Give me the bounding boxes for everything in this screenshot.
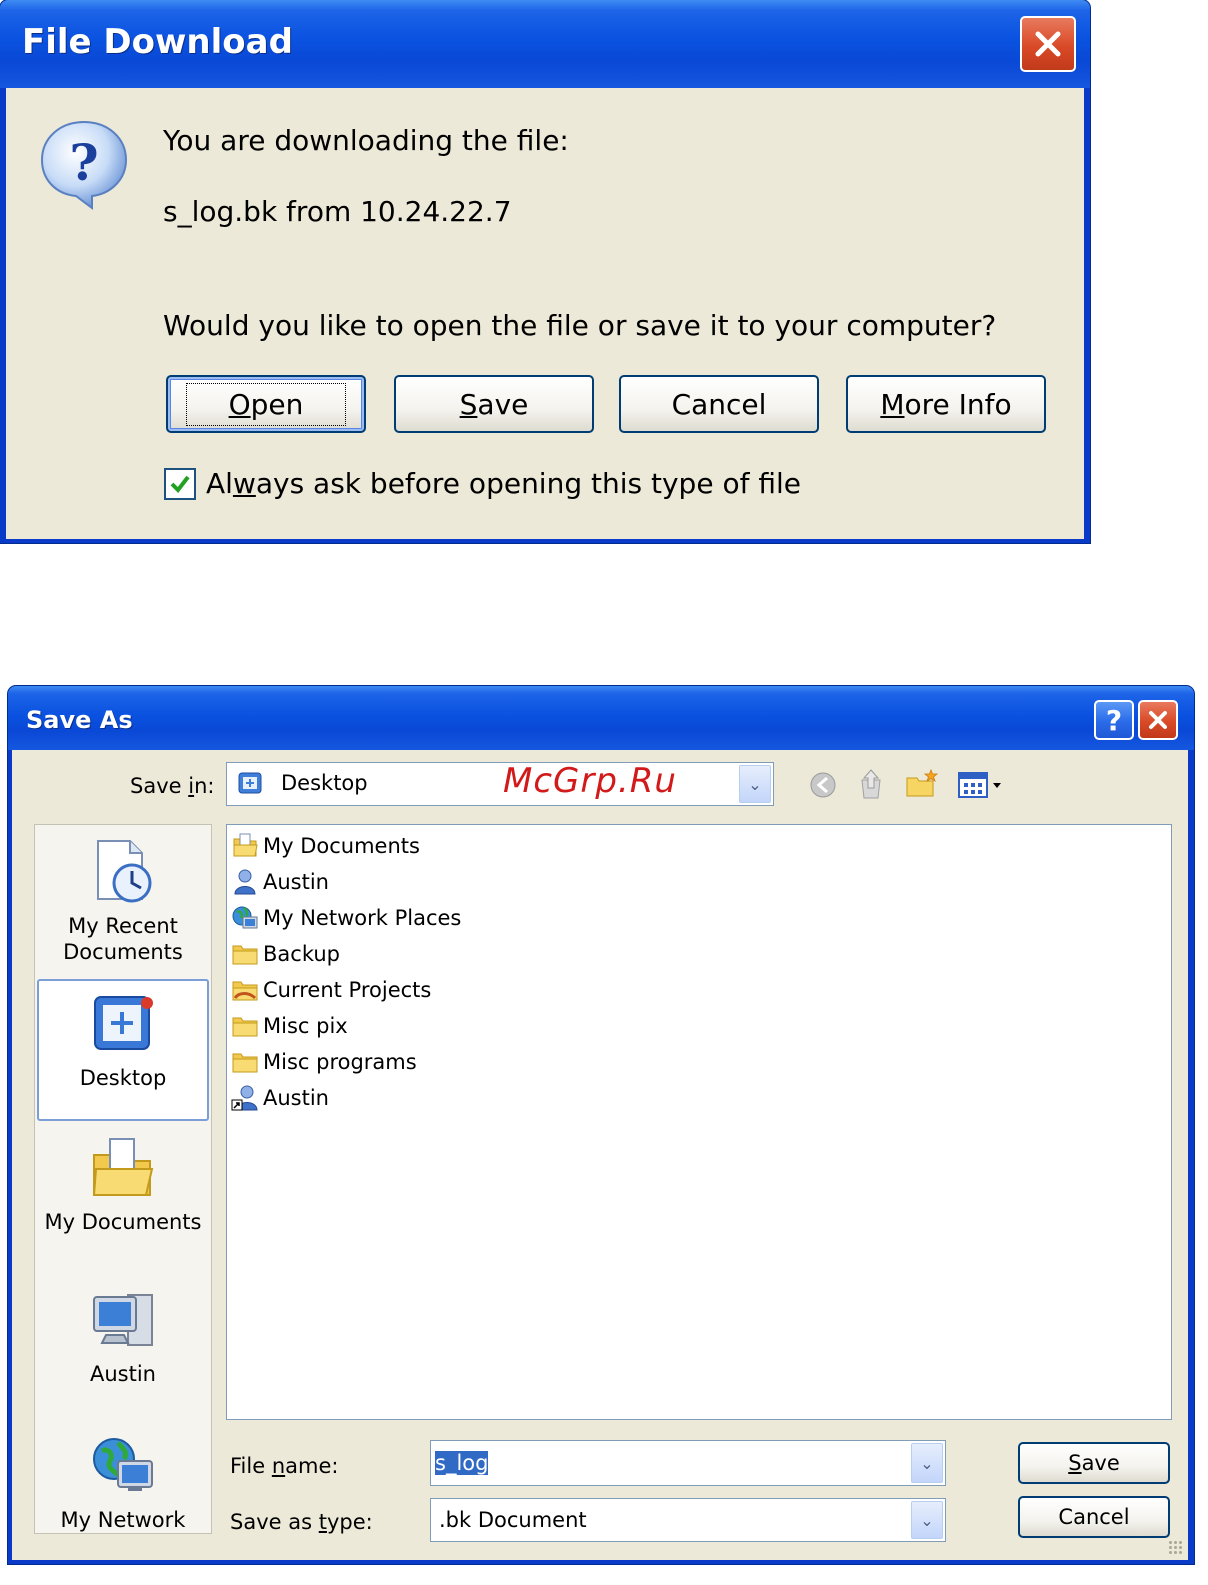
file-list-item-label: Austin: [263, 870, 329, 894]
places-bar: My Recent Documents Desktop My Documents…: [34, 824, 212, 1534]
up-folder-button[interactable]: [854, 766, 888, 802]
file-list-item[interactable]: Austin: [231, 1081, 329, 1115]
file-list-item[interactable]: Misc programs: [231, 1045, 417, 1079]
save-as-type-dropdown-button[interactable]: ⌄: [911, 1501, 943, 1539]
back-arrow-icon: [810, 772, 836, 798]
file-list-item-label: My Documents: [263, 834, 420, 858]
file-list-item-label: Misc programs: [263, 1050, 417, 1074]
place-austin[interactable]: Austin: [35, 1285, 211, 1395]
new-folder-icon: [906, 768, 939, 797]
file-list-item[interactable]: Backup: [231, 937, 340, 971]
watermark-text: McGrp.Ru: [503, 761, 677, 801]
new-folder-button[interactable]: [904, 766, 940, 802]
file-name-input[interactable]: s_log ⌄: [430, 1440, 946, 1486]
back-button[interactable]: [806, 768, 840, 802]
user-shortcut-icon: [231, 1085, 258, 1111]
chevron-down-icon: ⌄: [748, 774, 762, 794]
file-list-item-label: Austin: [263, 1086, 329, 1110]
download-question-text: Would you like to open the file or save …: [163, 309, 997, 342]
folder-icon: [232, 945, 258, 965]
file-list-item-label: Current Projects: [263, 978, 432, 1002]
file-download-title: File Download: [22, 22, 293, 62]
place-my-recent-documents[interactable]: My Recent Documents: [35, 837, 211, 977]
question-icon: ?: [40, 120, 128, 210]
save-as-type-value: .bk Document: [439, 1508, 587, 1532]
file-name-dropdown-button[interactable]: ⌄: [911, 1443, 943, 1483]
cancel-button[interactable]: Cancel: [619, 375, 819, 433]
close-button[interactable]: [1138, 700, 1178, 740]
file-list-item[interactable]: My Documents: [231, 829, 420, 863]
file-list-item-label: Backup: [263, 942, 340, 966]
help-button[interactable]: ?: [1094, 700, 1134, 740]
save-as-title: Save As: [26, 706, 133, 734]
file-list-item[interactable]: Misc pix: [231, 1009, 348, 1043]
resize-grip[interactable]: [1168, 1540, 1184, 1556]
save-button[interactable]: Save: [1018, 1442, 1170, 1484]
help-icon: ?: [1105, 703, 1123, 737]
place-my-documents[interactable]: My Documents: [35, 1133, 211, 1243]
file-list-item-label: Misc pix: [263, 1014, 348, 1038]
folder-icon: [232, 1053, 258, 1073]
my-documents-icon: [233, 833, 258, 857]
save-as-type-label: Save as type:: [230, 1510, 373, 1534]
close-icon: [1035, 31, 1061, 57]
up-folder-icon: [861, 769, 881, 799]
file-list-item[interactable]: My Network Places: [231, 901, 461, 935]
download-intro-text: You are downloading the file:: [163, 124, 569, 157]
save-as-body: Save in: Desktop McGrp.Ru ⌄ My Recent Do…: [12, 750, 1188, 1560]
views-icon: [958, 772, 1001, 798]
recent-documents-icon: [97, 840, 152, 903]
always-ask-label[interactable]: Always ask before opening this type of f…: [206, 467, 801, 500]
chevron-down-icon: ⌄: [920, 1453, 934, 1473]
file-list-item-label: My Network Places: [263, 906, 462, 930]
save-in-dropdown-button[interactable]: ⌄: [739, 765, 771, 803]
always-ask-checkbox[interactable]: [164, 468, 196, 500]
place-desktop[interactable]: Desktop: [37, 979, 209, 1121]
network-places-icon: [232, 906, 258, 929]
checkmark-icon: [170, 475, 190, 494]
my-documents-icon: [92, 1138, 154, 1196]
my-computer-icon: [93, 1294, 153, 1346]
save-as-dialog: Save As ? Save in: Desktop McGrp.Ru ⌄ My…: [8, 686, 1194, 1564]
desktop-icon: [238, 772, 262, 794]
folder-icon: [232, 1017, 258, 1037]
close-icon: [1149, 711, 1167, 729]
download-file-text: s_log.bk from 10.24.22.7: [163, 195, 512, 228]
save-in-value: Desktop: [281, 771, 368, 795]
place-my-network[interactable]: My Network: [35, 1431, 211, 1532]
user-icon: [234, 869, 256, 895]
shared-folder-icon: [232, 981, 258, 1001]
save-as-titlebar[interactable]: Save As ?: [8, 686, 1194, 750]
file-name-value: s_log: [435, 1451, 489, 1475]
save-as-type-select[interactable]: .bk Document ⌄: [430, 1498, 946, 1542]
file-list-item[interactable]: Austin: [231, 865, 329, 899]
more-info-button[interactable]: More Info: [846, 375, 1046, 433]
file-download-titlebar[interactable]: File Download: [0, 0, 1090, 88]
cancel-button[interactable]: Cancel: [1018, 1496, 1170, 1538]
network-globe-icon: [93, 1438, 153, 1491]
desktop-icon: [94, 996, 153, 1050]
chevron-down-icon: ⌄: [920, 1510, 934, 1530]
save-in-combo[interactable]: Desktop McGrp.Ru ⌄: [226, 761, 774, 806]
open-button[interactable]: Open: [166, 375, 366, 433]
save-button[interactable]: Save: [394, 375, 594, 433]
svg-text:?: ?: [69, 133, 98, 192]
save-in-label: Save in:: [130, 774, 215, 798]
file-download-body: ? You are downloading the file: s_log.bk…: [6, 88, 1084, 539]
close-button[interactable]: [1020, 16, 1076, 72]
file-list[interactable]: My Documents Austin My Network Places Backu…: [226, 824, 1172, 1420]
file-name-label: File name:: [230, 1454, 339, 1478]
file-list-item[interactable]: Current Projects: [231, 973, 431, 1007]
file-download-dialog: File Download ? You are downloading the …: [0, 0, 1090, 543]
views-menu-button[interactable]: [956, 768, 1006, 802]
